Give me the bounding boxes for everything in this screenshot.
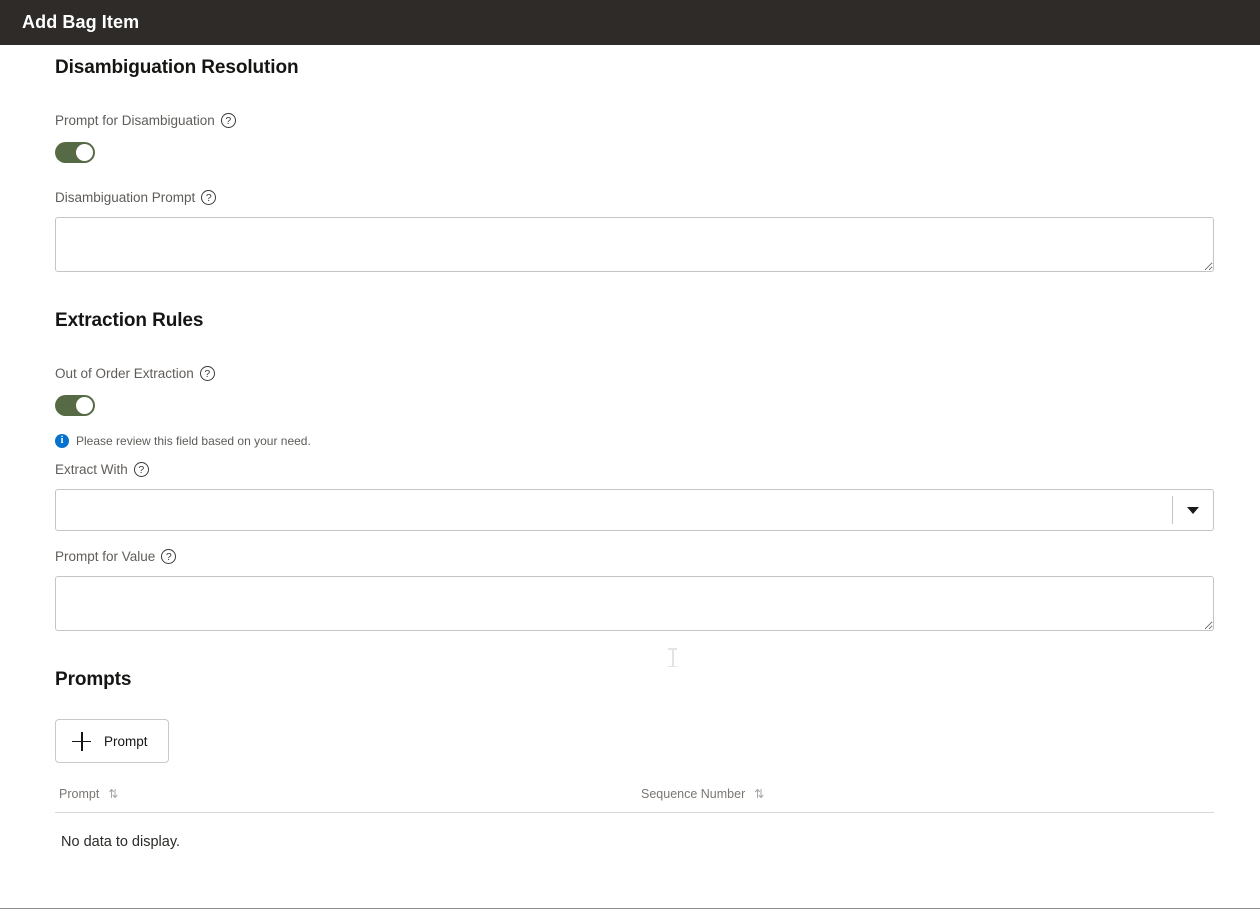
info-message-text: Please review this field based on your n… [76, 434, 311, 448]
toggle-knob [76, 397, 93, 414]
plus-icon [72, 731, 91, 751]
chevron-down-icon[interactable] [1173, 490, 1213, 530]
add-prompt-button[interactable]: Prompt [55, 719, 169, 763]
extract-with-value [56, 490, 1172, 530]
label-text: Out of Order Extraction [55, 366, 194, 381]
label-text: Disambiguation Prompt [55, 190, 196, 205]
table-empty-message: No data to display. [61, 834, 181, 850]
label-text: Extract With [55, 462, 128, 477]
help-icon[interactable] [220, 113, 236, 129]
toggle-knob [76, 144, 93, 161]
label-extract-with: Extract With [55, 462, 149, 478]
toggle-prompt-for-disambiguation[interactable] [55, 142, 95, 163]
help-icon[interactable] [199, 366, 215, 382]
sort-icon[interactable]: ⇅ [754, 788, 764, 800]
toggle-out-of-order-extraction[interactable] [55, 395, 95, 416]
label-prompt-for-value: Prompt for Value [55, 549, 177, 565]
prompts-table-header: Prompt ⇅ Sequence Number ⇅ [55, 787, 1214, 813]
help-icon[interactable] [161, 549, 177, 565]
extract-with-select[interactable] [55, 489, 1214, 531]
form-content: Disambiguation Resolution Prompt for Dis… [0, 45, 1260, 850]
help-icon[interactable] [201, 190, 217, 206]
label-out-of-order-extraction: Out of Order Extraction [55, 366, 215, 382]
label-prompt-for-disambiguation: Prompt for Disambiguation [55, 113, 236, 129]
add-prompt-button-label: Prompt [104, 733, 148, 749]
column-header-prompt[interactable]: Prompt ⇅ [55, 787, 641, 801]
window-title: Add Bag Item [22, 12, 140, 32]
section-title-extraction-rules: Extraction Rules [55, 310, 204, 331]
footer-divider [0, 908, 1260, 909]
section-title-disambiguation-resolution: Disambiguation Resolution [55, 57, 299, 78]
label-text: Prompt for Disambiguation [55, 113, 215, 128]
section-title-prompts: Prompts [55, 669, 132, 690]
info-message-row: Please review this field based on your n… [55, 434, 1214, 448]
label-text: Prompt for Value [55, 549, 156, 564]
sort-icon[interactable]: ⇅ [108, 788, 118, 800]
info-icon [55, 434, 69, 448]
column-header-label: Prompt [59, 787, 100, 801]
window-titlebar: Add Bag Item [0, 0, 1260, 45]
label-disambiguation-prompt: Disambiguation Prompt [55, 190, 217, 206]
page-body: Disambiguation Resolution Prompt for Dis… [0, 45, 1260, 913]
column-header-label: Sequence Number [641, 787, 746, 801]
disambiguation-prompt-textarea[interactable] [55, 217, 1214, 272]
prompt-for-value-textarea[interactable] [55, 576, 1214, 631]
column-header-sequence-number[interactable]: Sequence Number ⇅ [641, 787, 1214, 801]
help-icon[interactable] [133, 462, 149, 478]
prompts-table: Prompt ⇅ Sequence Number ⇅ No data to di… [55, 787, 1214, 850]
